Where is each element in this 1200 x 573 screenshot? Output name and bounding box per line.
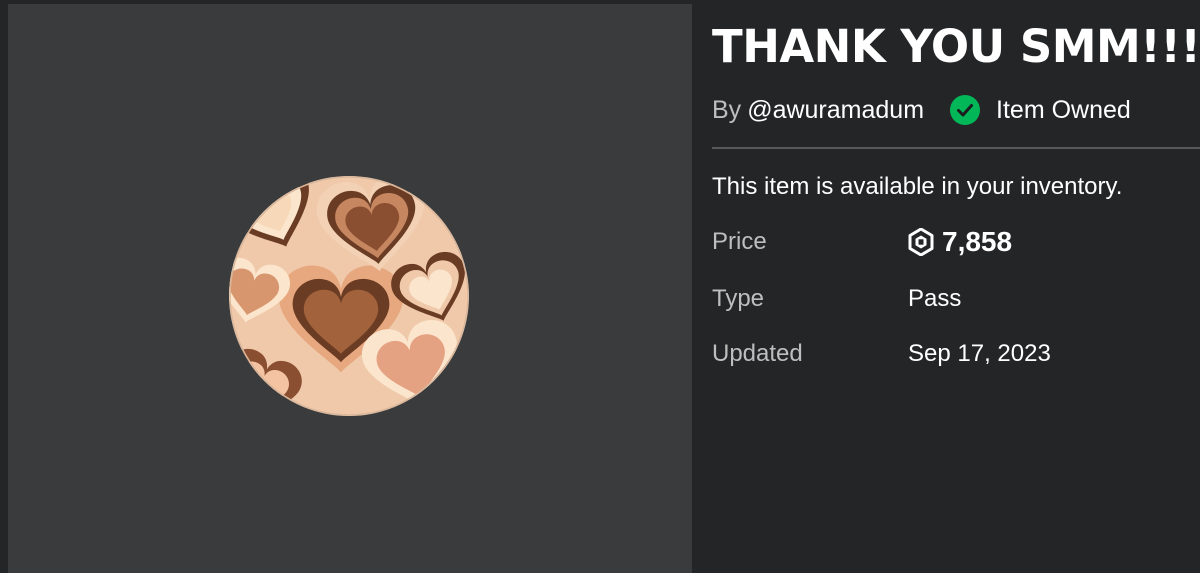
updated-value: Sep 17, 2023 <box>908 340 1051 367</box>
price-value-group: 7,858 <box>908 226 1012 258</box>
updated-label: Updated <box>712 340 803 367</box>
type-value: Pass <box>908 285 962 312</box>
price-label: Price <box>712 228 767 255</box>
availability-text: This item is available in your inventory… <box>712 173 1123 200</box>
robux-icon <box>908 228 934 256</box>
type-label: Type <box>712 285 765 312</box>
item-owned-label: Item Owned <box>996 95 1131 124</box>
price-row: Price 7,858 <box>712 224 1200 260</box>
type-row: Type Pass <box>712 281 1200 317</box>
item-details: THANK YOU SMM!!! By @awuramadum Item Own… <box>712 0 1200 573</box>
check-circle-icon <box>950 95 981 125</box>
item-title: THANK YOU SMM!!! <box>712 20 1200 73</box>
by-prefix: By <box>712 95 742 124</box>
details-divider <box>712 147 1200 149</box>
item-thumbnail-panel <box>8 4 692 573</box>
creator-byline: By @awuramadum Item Owned <box>712 92 1131 128</box>
item-page: THANK YOU SMM!!! By @awuramadum Item Own… <box>0 0 1200 573</box>
item-thumbnail-image <box>229 176 469 416</box>
creator-link[interactable]: @awuramadum <box>747 96 924 125</box>
updated-row: Updated Sep 17, 2023 <box>712 336 1200 372</box>
price-amount: 7,858 <box>942 226 1013 257</box>
